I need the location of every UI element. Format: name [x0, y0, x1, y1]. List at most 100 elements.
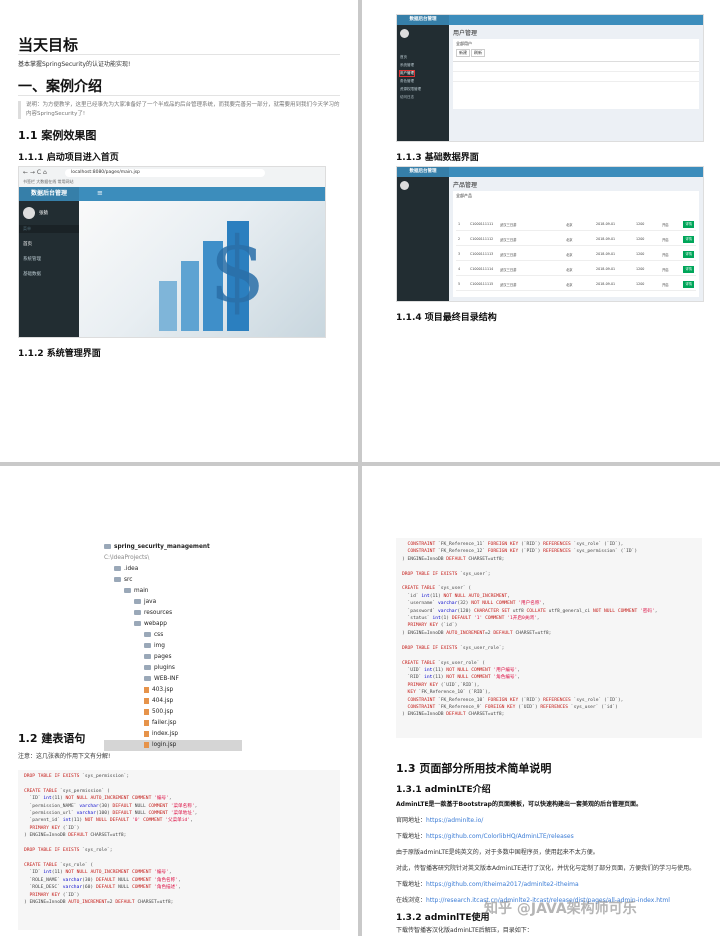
nav-item[interactable]: 角色管理 [400, 79, 414, 84]
code-line: PRIMARY KEY (`UID`,`RID`), [407, 682, 480, 688]
label: 在线浏览： [396, 897, 427, 904]
table-row[interactable]: 3 C1000111113 武汉三日游 北京 2018-09-01 1200 开启 详情 [456, 249, 696, 261]
tree-item[interactable]: css [104, 630, 242, 641]
url-bar[interactable]: localhost:8080/pages/main.jsp [65, 169, 265, 177]
tree-item-label: plugins [154, 665, 175, 671]
avatar [23, 207, 35, 219]
tree-root[interactable]: spring_security_management C:\IdeaProjec… [104, 542, 242, 564]
nav-item-active[interactable]: 用户管理 [399, 70, 415, 77]
tree-item-label: resources [144, 610, 173, 616]
subsection-heading: 1.3.2 adminlTE使用 [396, 913, 490, 923]
tree-item[interactable]: pages [104, 652, 242, 663]
menu-item-system[interactable]: 系统管理 [23, 256, 41, 262]
menu-toggle-icon[interactable]: ≡ [97, 189, 103, 197]
tree-item[interactable]: .idea [104, 564, 242, 575]
table-cell: 武汉三日游 [500, 268, 517, 272]
code-line: PRIMARY KEY (`ID`) [29, 825, 80, 831]
table-cell: 2018-09-01 [596, 267, 616, 271]
detail-button[interactable]: 详情 [683, 236, 694, 243]
table-header [453, 61, 699, 62]
tree-item[interactable]: main [104, 586, 242, 597]
jsp-file-icon [144, 686, 149, 693]
tree-item[interactable]: 500.jsp [104, 707, 242, 718]
detail-button[interactable]: 详情 [683, 221, 694, 228]
table-row[interactable]: 5 C1000111115 武汉三日游 北京 2018-09-01 1200 开启 详情 [456, 279, 696, 291]
detail-button[interactable]: 详情 [683, 251, 694, 258]
code-line: KEY `FK_Reference_10` (`RID`), [407, 690, 491, 696]
nav-item[interactable]: 资源权限管理 [400, 87, 421, 92]
page-2: 数据后台管理 首页 系统管理 用户管理 角色管理 资源权限管理 访问日志 用户管… [362, 0, 720, 462]
table-cell: 2018-09-01 [596, 222, 616, 226]
code-line: PRIMARY KEY (`id`) [407, 623, 458, 629]
tree-item[interactable]: WEB-INF [104, 674, 242, 685]
nav-item[interactable]: 首页 [400, 55, 407, 60]
tree-item-label: pages [154, 654, 172, 660]
tree-item[interactable]: 403.jsp [104, 685, 242, 696]
page-1: 当天目标 基本掌握SpringSecurity的认证功能实现! 一、案例介绍 说… [0, 0, 358, 462]
avatar [400, 29, 409, 38]
tree-item[interactable]: java [104, 597, 242, 608]
tree-item[interactable]: plugins [104, 663, 242, 674]
folder-icon [114, 577, 121, 582]
table-cell: 1200 [636, 222, 645, 226]
official-site: 官网地址：https://adminlte.io/ [396, 816, 483, 825]
subsection-heading: 1.1.3 基础数据界面 [396, 153, 479, 163]
banner-graphic: $ [159, 218, 266, 331]
folder-icon [124, 588, 131, 593]
avatar [400, 181, 409, 190]
detail-button[interactable]: 详情 [683, 281, 694, 288]
code-line: ) ENGINE=InnoDB DEFAULT CHARSET=utf8; [402, 556, 505, 562]
tree-item[interactable]: 404.jsp [104, 696, 242, 707]
table-cell: 开启 [662, 283, 669, 287]
subsection-heading: 1.1 案例效果图 [18, 129, 97, 142]
tree-item-label: webapp [144, 621, 167, 627]
dashboard-banner: $ [79, 201, 325, 337]
page-title: 当天目标 [18, 36, 79, 54]
detail-button[interactable]: 详情 [683, 266, 694, 273]
jsp-file-icon [144, 708, 149, 715]
tree-item[interactable]: index.jsp [104, 729, 242, 740]
quote-block: 说明：为方便教学，这里已经事先为大家准备好了一个半成品的后台管理系统，而我要完善… [18, 101, 340, 119]
tree-item-label: main [134, 588, 149, 594]
download-link[interactable]: https://github.com/ColorlibHQ/AdminLTE/r… [426, 833, 574, 840]
table-cell: 北京 [566, 268, 573, 272]
nav-item[interactable]: 系统管理 [400, 63, 414, 68]
download-site-2: 下载地址：https://github.com/itheima2017/admi… [396, 880, 579, 889]
tree-item[interactable]: resources [104, 608, 242, 619]
table-cell: 武汉三日游 [500, 223, 517, 227]
code-line: CREATE TABLE `sys_user_role` ( [402, 660, 485, 666]
new-button[interactable]: 新建 [456, 49, 470, 57]
official-link[interactable]: https://adminlte.io/ [426, 817, 483, 824]
tree-item-label: 403.jsp [152, 687, 174, 693]
table-row[interactable]: 4 C1000111114 武汉三日游 北京 2018-09-01 1200 开启 详情 [456, 264, 696, 276]
code-line: CONSTRAINT `FK_Reference_10` FOREIGN KEY… [407, 697, 624, 703]
box-title: 全部产品 [456, 193, 472, 198]
tree-item[interactable]: src [104, 575, 242, 586]
nav-item[interactable]: 访问日志 [400, 95, 414, 100]
table-cell: 2018-09-01 [596, 282, 616, 286]
code-line: PRIMARY KEY (`ID`) [29, 892, 80, 898]
tree-item[interactable]: failer.jsp [104, 718, 242, 729]
table-row [453, 81, 699, 82]
menu-label: 菜单 [19, 225, 79, 233]
code-line: CONSTRAINT `FK_Reference_12` FOREIGN KEY… [407, 549, 638, 555]
tree-item-label: 500.jsp [152, 709, 174, 715]
nav-arrows-icon[interactable]: ← → C ⌂ [23, 169, 47, 176]
refresh-button[interactable]: 刷新 [471, 49, 485, 57]
table-cell: 1 [458, 222, 461, 226]
menu-item-basic[interactable]: 基础数据 [23, 271, 41, 277]
table-cell: 1200 [636, 252, 645, 256]
intro-text: AdminLTE是一款基于Bootstrap的页面模板，可以快速构建出一套美观的… [396, 801, 642, 808]
table-row[interactable]: 2 C1000111112 武汉三日游 北京 2018-09-01 1200 开启 详情 [456, 234, 696, 246]
tree-item[interactable]: webapp [104, 619, 242, 630]
tree-item[interactable]: img [104, 641, 242, 652]
divider [18, 54, 340, 55]
download-link-2[interactable]: https://github.com/itheima2017/adminlte2… [426, 881, 579, 888]
table-row[interactable]: 1 C1000111111 武汉三日游 北京 2018-09-01 1200 开启 详情 [456, 219, 696, 231]
tree-item[interactable]: login.jsp [104, 740, 242, 751]
para-text: 下载传智播客汉化版adminLTE后解压，目录如下： [396, 927, 533, 934]
folder-icon [144, 665, 151, 670]
code-line: `ROLE_DESC` varchar(60) DEFAULT NULL COM… [24, 885, 181, 891]
menu-item-home[interactable]: 首页 [23, 241, 32, 247]
